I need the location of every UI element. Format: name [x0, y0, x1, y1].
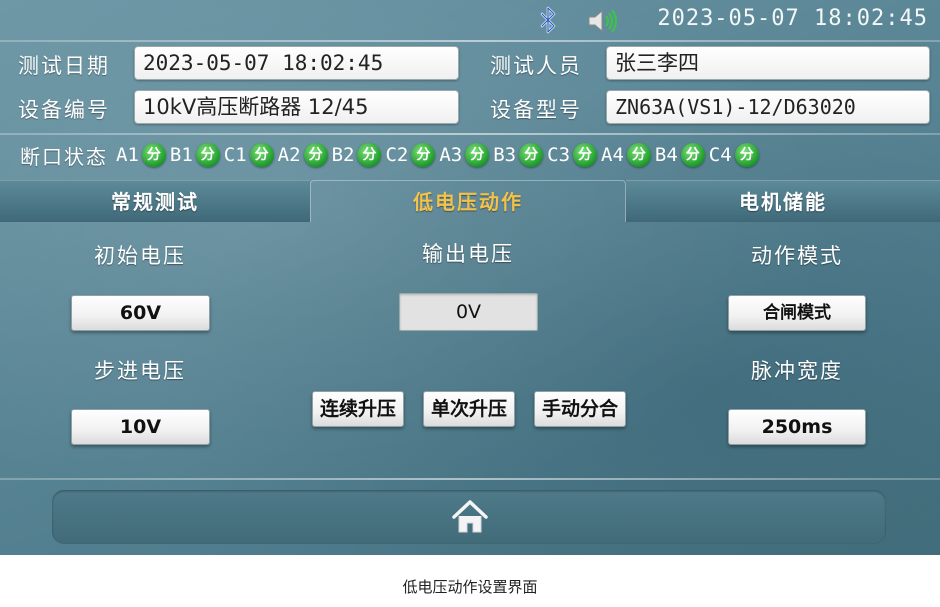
breaker-state-badge: 分 [411, 143, 436, 167]
breaker-C2: C2 分 [385, 143, 436, 167]
device-id-label: 设备编号 [18, 98, 110, 122]
breaker-name: B2 [331, 144, 355, 166]
breaker-name: B4 [654, 144, 678, 166]
pulse-width-label: 脉冲宽度 [751, 359, 843, 383]
breaker-B2: B2 分 [332, 143, 382, 167]
breaker-state-badge: 分 [519, 143, 544, 167]
breaker-state-badge: 分 [249, 143, 274, 167]
step-voltage-button[interactable]: 10V [71, 409, 210, 445]
breaker-name: A3 [439, 144, 463, 166]
breaker-state-badge: 分 [141, 143, 166, 167]
breaker-state-badge: 分 [465, 143, 490, 167]
breaker-name: C2 [385, 144, 409, 166]
continuous-boost-button[interactable]: 连续升压 [312, 391, 404, 427]
tester-label: 测试人员 [490, 54, 582, 78]
top-divider [0, 40, 940, 42]
breaker-name: A2 [277, 144, 301, 166]
breaker-state-badge: 分 [573, 143, 598, 167]
tab-low-voltage-action[interactable]: 低电压动作 [310, 180, 626, 222]
single-boost-button[interactable]: 单次升压 [423, 391, 515, 427]
breaker-A3: A3 分 [439, 143, 490, 167]
breaker-state-badge: 分 [626, 143, 651, 167]
breaker-name: A1 [116, 144, 139, 166]
breaker-state-badge: 分 [195, 143, 220, 167]
breaker-name: C3 [547, 144, 571, 166]
breaker-name: C4 [708, 144, 732, 166]
test-date-label: 测试日期 [18, 54, 110, 78]
breaker-A2: A2 分 [278, 143, 328, 167]
breaker-B3: B3 分 [493, 143, 544, 167]
pulse-width-button[interactable]: 250ms [728, 409, 866, 445]
initial-voltage-button[interactable]: 60V [71, 295, 210, 331]
device-model-label: 设备型号 [490, 98, 582, 122]
breaker-state-badge: 分 [734, 143, 759, 167]
step-voltage-label: 步进电压 [94, 359, 186, 383]
breaker-name: A4 [601, 144, 624, 166]
breaker-C4: C4 分 [709, 143, 759, 167]
breaker-name: B3 [493, 144, 517, 166]
figure-caption: 低电压动作设置界面 [402, 578, 538, 596]
breaker-B1: B1 分 [170, 143, 220, 167]
speaker-icon [588, 9, 618, 33]
breaker-C3: C3 分 [547, 143, 598, 167]
breaker-state-badge: 分 [357, 143, 382, 167]
header-divider [0, 133, 940, 135]
device-screen: 2023-05-07 18:02:45 测试日期 2023-05-07 18:0… [0, 0, 940, 555]
device-id-field[interactable]: 10kV高压断路器 12/45 [134, 90, 459, 124]
breaker-B4: B4 分 [655, 143, 705, 167]
breaker-status-title: 断口状态 [20, 144, 108, 169]
device-model-field[interactable]: ZN63A(VS1)-12/D63020 [606, 90, 930, 124]
action-mode-label: 动作模式 [751, 244, 843, 268]
manual-open-close-button[interactable]: 手动分合 [534, 391, 626, 427]
output-voltage-readout: 0V [399, 293, 538, 331]
action-mode-button[interactable]: 合闸模式 [728, 295, 866, 331]
footer-divider [0, 478, 940, 480]
test-date-field[interactable]: 2023-05-07 18:02:45 [134, 46, 459, 80]
status-datetime: 2023-05-07 18:02:45 [657, 6, 928, 31]
tab-bar: 常规测试 低电压动作 电机储能 [0, 180, 940, 222]
tab-motor-energy-storage[interactable]: 电机储能 [626, 180, 940, 222]
status-bar: 2023-05-07 18:02:45 [0, 0, 940, 40]
tab-routine-test[interactable]: 常规测试 [0, 180, 310, 222]
breaker-A1: A1 分 [116, 143, 166, 167]
breaker-state-badge: 分 [680, 143, 705, 167]
breaker-state-badge: 分 [303, 143, 328, 167]
breaker-name: C1 [223, 144, 247, 166]
tester-field[interactable]: 张三李四 [606, 46, 930, 80]
bluetooth-icon [540, 6, 556, 34]
breaker-C1: C1 分 [224, 143, 274, 167]
breaker-A4: A4 分 [601, 143, 651, 167]
home-icon[interactable] [450, 497, 490, 537]
initial-voltage-label: 初始电压 [94, 244, 186, 268]
breaker-name: B1 [169, 144, 193, 166]
output-voltage-label: 输出电压 [422, 242, 514, 266]
breaker-status-row: 断口状态 A1 分 B1 分 C1 分 A2 分 B2 分 C2 分 A3 分 B3 分 C3 分… [20, 140, 763, 170]
